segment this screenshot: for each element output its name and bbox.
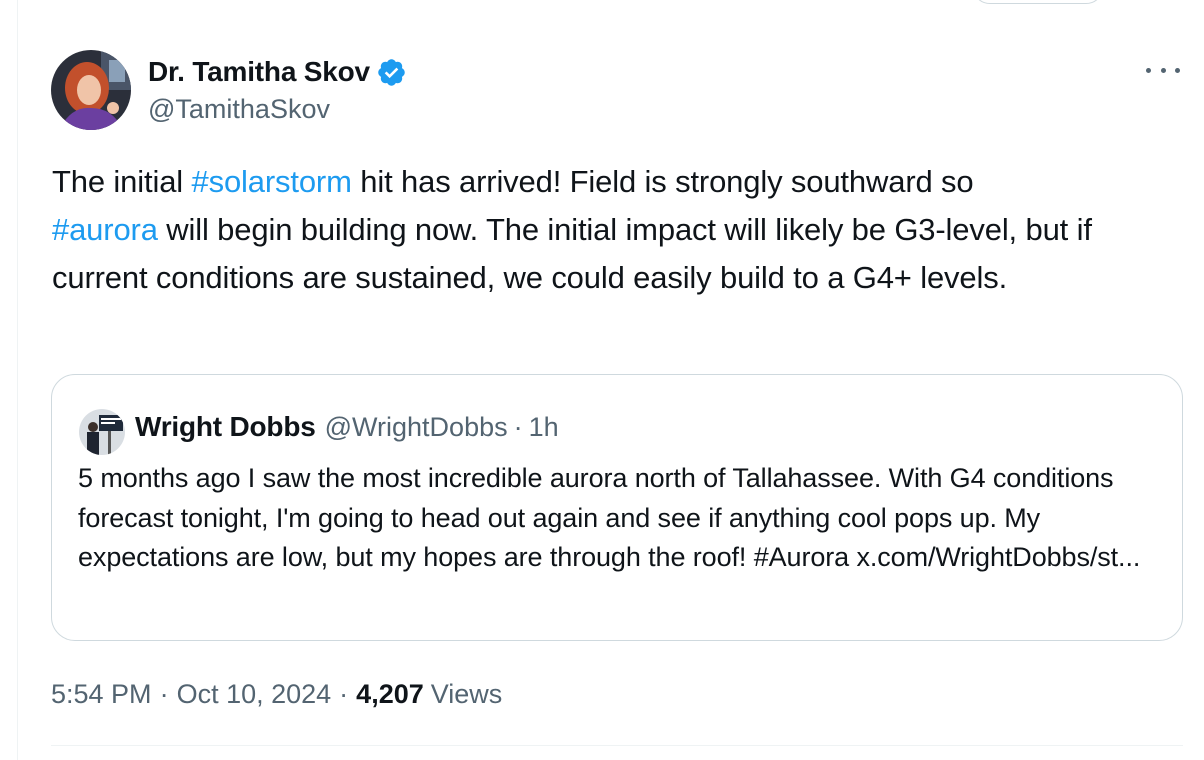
meta-separator: · xyxy=(339,678,349,709)
more-horizontal-icon[interactable] xyxy=(1146,58,1180,82)
quoted-tweet-card[interactable]: Wright Dobbs @WrightDobbs · 1h 5 months … xyxy=(51,374,1183,641)
tweet-date[interactable]: Oct 10, 2024 xyxy=(177,679,332,710)
quoted-author-name[interactable]: Wright Dobbs xyxy=(135,411,316,443)
verified-badge-icon[interactable] xyxy=(376,57,407,88)
author-avatar[interactable] xyxy=(51,50,131,130)
author-handle[interactable]: @TamithaSkov xyxy=(148,94,330,125)
tweet-time[interactable]: 5:54 PM xyxy=(51,679,152,710)
quoted-author-avatar[interactable] xyxy=(79,409,125,455)
column-divider xyxy=(17,0,18,760)
views-count: 4,207 xyxy=(356,678,424,709)
quoted-tweet-text: 5 months ago I saw the most incredible a… xyxy=(78,463,1141,572)
meta-separator: · xyxy=(159,678,169,709)
hashtag-link-aurora[interactable]: #aurora xyxy=(52,212,158,247)
quoted-tweet-header: Wright Dobbs @WrightDobbs · 1h xyxy=(135,407,559,447)
tweet-text-segment: hit has arrived! Field is strongly south… xyxy=(351,164,974,199)
quoted-timestamp[interactable]: 1h xyxy=(529,412,559,443)
tweet-meta: 5:54 PM · Oct 10, 2024 · 4,207 Views xyxy=(51,674,502,714)
author-name-row: Dr. Tamitha Skov xyxy=(148,52,407,92)
tweet-detail: Dr. Tamitha Skov @TamithaSkov The initia… xyxy=(0,0,1204,760)
views-label: Views xyxy=(430,678,503,709)
hashtag-link-solarstorm[interactable]: #solarstorm xyxy=(192,164,352,199)
divider xyxy=(51,745,1183,746)
tweet-text-segment: The initial xyxy=(52,164,192,199)
tweet-text-segment: will begin building now. The initial imp… xyxy=(52,212,1092,295)
tweet-text: The initial #solarstorm hit has arrived!… xyxy=(52,158,1182,302)
quoted-author-handle[interactable]: @WrightDobbs xyxy=(325,412,508,443)
follow-button-partial[interactable] xyxy=(972,0,1104,4)
author-name[interactable]: Dr. Tamitha Skov xyxy=(148,56,370,88)
quoted-separator: · xyxy=(513,411,523,442)
